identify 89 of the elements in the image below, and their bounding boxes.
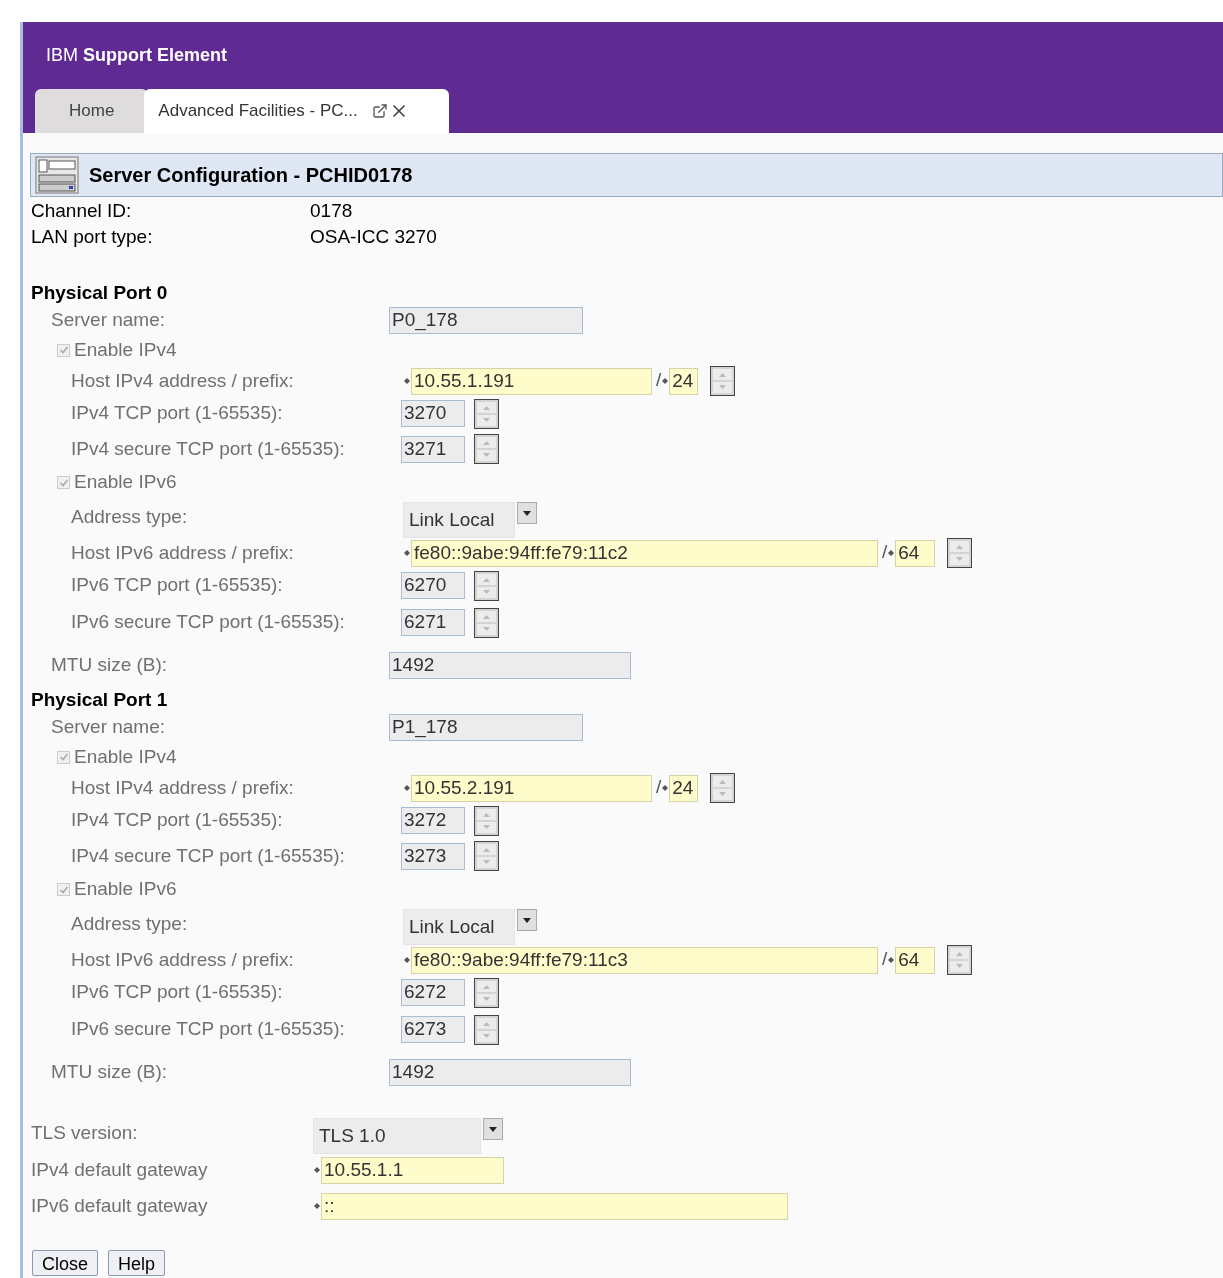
spinner-button[interactable] [474,805,499,836]
spinner-button[interactable] [947,945,973,975]
address-type-select[interactable]: Link Local [403,502,515,538]
field-label: MTU size (B): [51,1060,168,1082]
field-label: LAN port type: [31,225,153,247]
mtu-field[interactable]: 1492 [389,1058,631,1086]
info-value: OSA-ICC 3270 [310,224,437,249]
checkbox-label: Enable IPv4 [74,337,177,362]
checkbox-label: Enable IPv4 [74,744,177,769]
tab[interactable]: Advanced Facilities - PC... [144,89,449,133]
address-field[interactable]: 10.55.1.191 [411,367,652,395]
port-field[interactable]: 3271 [401,435,465,463]
dropdown-button[interactable] [517,502,537,524]
mtu-field[interactable]: 1492 [389,651,631,679]
checkbox[interactable] [57,343,70,357]
prefix-field[interactable]: 24 [669,367,699,395]
spinner-button[interactable] [474,841,499,871]
caret-icon [523,510,531,516]
field-label: TLS version: [31,1121,138,1143]
port-field[interactable]: 6271 [401,609,465,636]
field-label: Server name: [51,716,166,738]
port-field[interactable]: 3270 [401,400,465,427]
port-field[interactable]: 3272 [401,807,465,834]
external-link-icon[interactable] [371,103,388,119]
gateway-field[interactable]: :: [321,1192,788,1220]
server-icon [35,156,79,194]
spinner-button[interactable] [474,398,499,429]
spinner-button[interactable] [474,977,499,1008]
field-label: Address type: [71,505,188,527]
address-field[interactable]: fe80::9abe:94ff:fe79:11c3 [411,946,878,974]
separator: / [656,368,662,392]
dropdown-button[interactable] [517,909,537,931]
field-label: IPv6 secure TCP port (1-65535): [71,611,345,633]
checkbox-label: Enable IPv6 [74,877,177,902]
field-label: MTU size (B): [51,653,168,675]
info-value: 0178 [310,198,353,223]
prefix-field[interactable]: 64 [895,946,936,974]
field-label: IPv4 default gateway [31,1158,208,1180]
field-label: IPv4 secure TCP port (1-65535): [71,437,345,459]
gateway-field[interactable]: 10.55.1.1 [321,1156,504,1184]
address-type-select[interactable]: Link Local [403,909,515,945]
field-label: Host IPv6 address / prefix: [71,541,294,563]
spinner-button[interactable] [710,366,736,396]
spinner-button[interactable] [474,1014,499,1045]
tls-select[interactable]: TLS 1.0 [313,1118,481,1154]
port-field[interactable]: 3273 [401,842,465,870]
section-heading: Physical Port 0 [31,280,168,305]
separator: / [656,775,662,799]
address-field[interactable]: fe80::9abe:94ff:fe79:11c2 [411,539,878,567]
dropdown-button[interactable] [483,1118,503,1140]
spinner-button[interactable] [474,434,499,464]
app-title: IBM Support Element [46,43,228,67]
field-label: IPv6 TCP port (1-65535): [71,981,283,1003]
server-name-field[interactable]: P0_178 [389,307,583,334]
field-label: Host IPv4 address / prefix: [71,369,294,391]
separator: / [882,540,888,564]
field-label: Host IPv6 address / prefix: [71,948,294,970]
separator: / [882,947,888,971]
prefix-field[interactable]: 24 [669,774,699,802]
port-field[interactable]: 6272 [401,979,465,1006]
field-label: Channel ID: [31,199,132,221]
spinner-button[interactable] [710,773,736,803]
spinner-button[interactable] [474,607,499,638]
spinner-button[interactable] [474,570,499,601]
panel-title: Server Configuration - PCHID0178 [89,163,413,188]
field-label: IPv6 default gateway [31,1194,208,1216]
field-label: IPv6 secure TCP port (1-65535): [71,1018,345,1040]
port-field[interactable]: 6273 [401,1016,465,1043]
port-field[interactable]: 6270 [401,572,465,599]
field-label: Host IPv4 address / prefix: [71,776,294,798]
caret-icon [523,917,531,923]
checkbox[interactable] [57,883,70,896]
address-field[interactable]: 10.55.2.191 [411,774,652,802]
dialog-button[interactable]: Close [32,1250,99,1276]
checkbox-label: Enable IPv6 [74,470,177,495]
prefix-field[interactable]: 64 [895,539,936,567]
field-label: IPv4 TCP port (1-65535): [71,809,283,831]
section-heading: Physical Port 1 [31,687,168,712]
caret-icon [489,1126,497,1132]
field-label: IPv6 TCP port (1-65535): [71,574,283,596]
field-label: Server name: [51,309,166,331]
field-label: IPv4 TCP port (1-65535): [71,402,283,424]
field-label: Address type: [71,912,188,934]
field-label: IPv4 secure TCP port (1-65535): [71,844,345,866]
server-name-field[interactable]: P1_178 [389,714,583,741]
checkbox[interactable] [57,750,70,764]
dialog-button[interactable]: Help [108,1250,166,1276]
spinner-button[interactable] [947,538,973,568]
checkbox[interactable] [57,476,70,489]
